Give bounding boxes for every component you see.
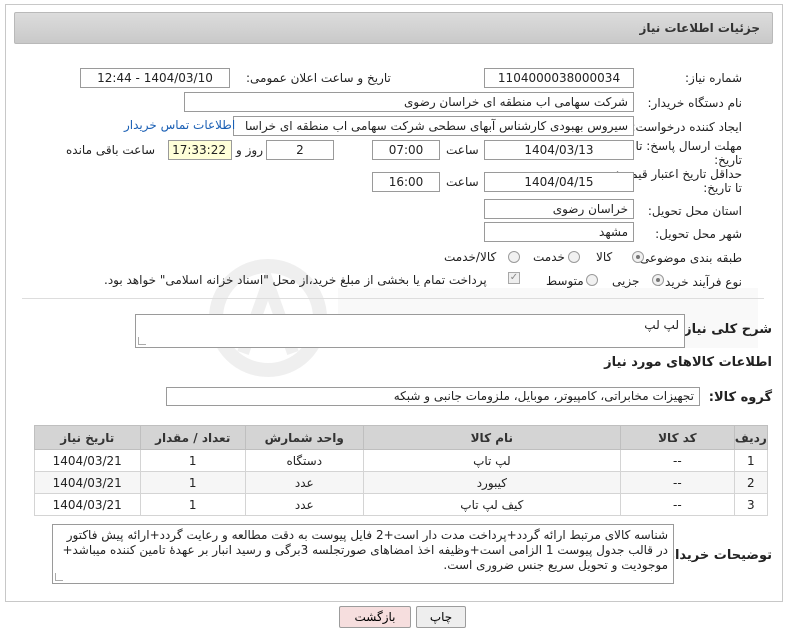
column-header-need-date: تاریخ نیاز: [34, 425, 141, 450]
city-label: شهر محل تحویل:: [655, 227, 742, 241]
cell-need-date: 1404/03/21: [34, 493, 141, 516]
table-row: 1 -- لپ تاپ دستگاه 1 1404/03/21: [34, 449, 769, 472]
resize-grip-icon[interactable]: [138, 337, 146, 345]
goods-section-title: اطلاعات کالاهای مورد نیاز: [604, 355, 772, 370]
payment-treasury-checkbox[interactable]: ✓: [508, 272, 520, 284]
payment-note: پرداخت تمام یا بخشی از مبلغ خرید،از محل …: [104, 273, 487, 287]
process-label: نوع فرآیند خرید :: [657, 275, 742, 289]
cell-code: --: [620, 471, 735, 494]
need-number-label: شماره نیاز:: [685, 71, 742, 85]
remaining-time-field: 17:33:22: [168, 140, 232, 160]
cell-row-number: 3: [733, 493, 769, 516]
cell-unit: عدد: [244, 471, 364, 494]
summary-textarea: لپ لپ: [135, 314, 685, 348]
cell-quantity: 1: [139, 449, 246, 472]
page-title: جزئیات اطلاعات نیاز: [639, 21, 760, 35]
cell-row-number: 2: [733, 471, 769, 494]
table-row: 3 -- کیف لپ تاپ عدد 1 1404/03/21: [34, 493, 769, 516]
category-option-goods-service: کالا/خدمت: [444, 250, 497, 264]
page-header: جزئیات اطلاعات نیاز: [14, 12, 773, 44]
announce-label: تاریخ و ساعت اعلان عمومی:: [246, 71, 391, 85]
cell-name: کیبورد: [362, 471, 622, 494]
resize-grip-icon[interactable]: [55, 573, 63, 581]
summary-text: لپ لپ: [644, 318, 679, 332]
column-header-quantity: تعداد / مقدار: [139, 425, 246, 450]
goods-group-label: گروه کالا:: [708, 390, 772, 405]
announce-field: 1404/03/10 - 12:44: [80, 68, 230, 88]
creator-label: ایجاد کننده درخواست:: [631, 120, 742, 134]
cell-need-date: 1404/03/21: [34, 449, 141, 472]
buyer-org-field: شرکت سهامی اب منطقه ای خراسان رضوی: [184, 92, 634, 112]
cell-name: لپ تاپ: [362, 449, 622, 472]
creator-field: سیروس بهبودی کارشناس آبهای سطحی شرکت سها…: [233, 116, 634, 136]
process-radio-medium[interactable]: [586, 274, 598, 286]
need-number-field: 1104000038000034: [484, 68, 634, 88]
cell-code: --: [620, 493, 735, 516]
cell-name: کیف لپ تاپ: [362, 493, 622, 516]
buyer-notes-textarea: شناسه کالای مرتبط ارائه گردد+پرداخت مدت …: [52, 524, 674, 584]
table-header-row: ردیف کد کالا نام کالا واحد شمارش تعداد /…: [34, 425, 769, 450]
days-field: 2: [266, 140, 334, 160]
cell-need-date: 1404/03/21: [34, 471, 141, 494]
validity-label: حداقل تاریخ اعتبار قیمت:: [615, 167, 742, 181]
table-row: 2 -- کیبورد عدد 1 1404/03/21: [34, 471, 769, 494]
remaining-label: ساعت باقی مانده: [66, 143, 156, 157]
buyer-contact-link[interactable]: اطلاعات تماس خریدار: [124, 118, 235, 132]
cell-quantity: 1: [139, 471, 246, 494]
validity-time-field: 16:00: [372, 172, 440, 192]
process-radio-minor[interactable]: [652, 274, 664, 286]
validity-date-field: 1404/04/15: [484, 172, 634, 192]
validity-time-label: ساعت: [446, 175, 479, 189]
divider: [22, 298, 764, 299]
column-header-code: کد کالا: [620, 425, 735, 450]
deadline-label: مهلت ارسال پاسخ: تا: [635, 139, 742, 153]
category-option-service: خدمت: [533, 250, 565, 264]
buyer-notes-label: توضیحات خریدار:: [662, 548, 772, 563]
process-option-minor: جزیی: [612, 274, 640, 288]
province-label: استان محل تحویل:: [647, 204, 742, 218]
goods-table: ردیف کد کالا نام کالا واحد شمارش تعداد /…: [34, 425, 769, 516]
category-radio-goods[interactable]: [632, 251, 644, 263]
deadline-time-field: 07:00: [372, 140, 440, 160]
column-header-name: نام کالا: [362, 425, 622, 450]
deadline-date-field: 1404/03/13: [484, 140, 634, 160]
back-button[interactable]: بازگشت: [339, 606, 411, 628]
category-option-goods: کالا: [596, 250, 613, 264]
deadline-label-2: تاریخ:: [714, 153, 742, 167]
print-button[interactable]: چاپ: [416, 606, 466, 628]
city-field: مشهد: [484, 222, 634, 242]
cell-unit: عدد: [244, 493, 364, 516]
category-radio-service[interactable]: [568, 251, 580, 263]
category-label: طبقه بندی موضوعی:: [635, 251, 742, 265]
cell-row-number: 1: [733, 449, 769, 472]
cell-code: --: [620, 449, 735, 472]
buyer-notes-text: شناسه کالای مرتبط ارائه گردد+پرداخت مدت …: [62, 528, 668, 572]
days-label: روز و: [236, 143, 263, 157]
validity-label-2: تا تاریخ:: [703, 181, 742, 195]
deadline-time-label: ساعت: [446, 143, 479, 157]
buyer-org-label: نام دستگاه خریدار:: [647, 96, 743, 110]
cell-unit: دستگاه: [244, 449, 364, 472]
province-field: خراسان رضوی: [484, 199, 634, 219]
category-radio-goods-service[interactable]: [508, 251, 520, 263]
cell-quantity: 1: [139, 493, 246, 516]
column-header-row-number: ردیف: [733, 425, 769, 450]
process-option-medium: متوسط: [546, 274, 584, 288]
column-header-unit: واحد شمارش: [244, 425, 364, 450]
goods-group-field: تجهیزات مخابراتی، کامپیوتر، موبایل، ملزو…: [166, 387, 700, 406]
summary-label: شرح کلی نیاز:: [678, 322, 772, 337]
